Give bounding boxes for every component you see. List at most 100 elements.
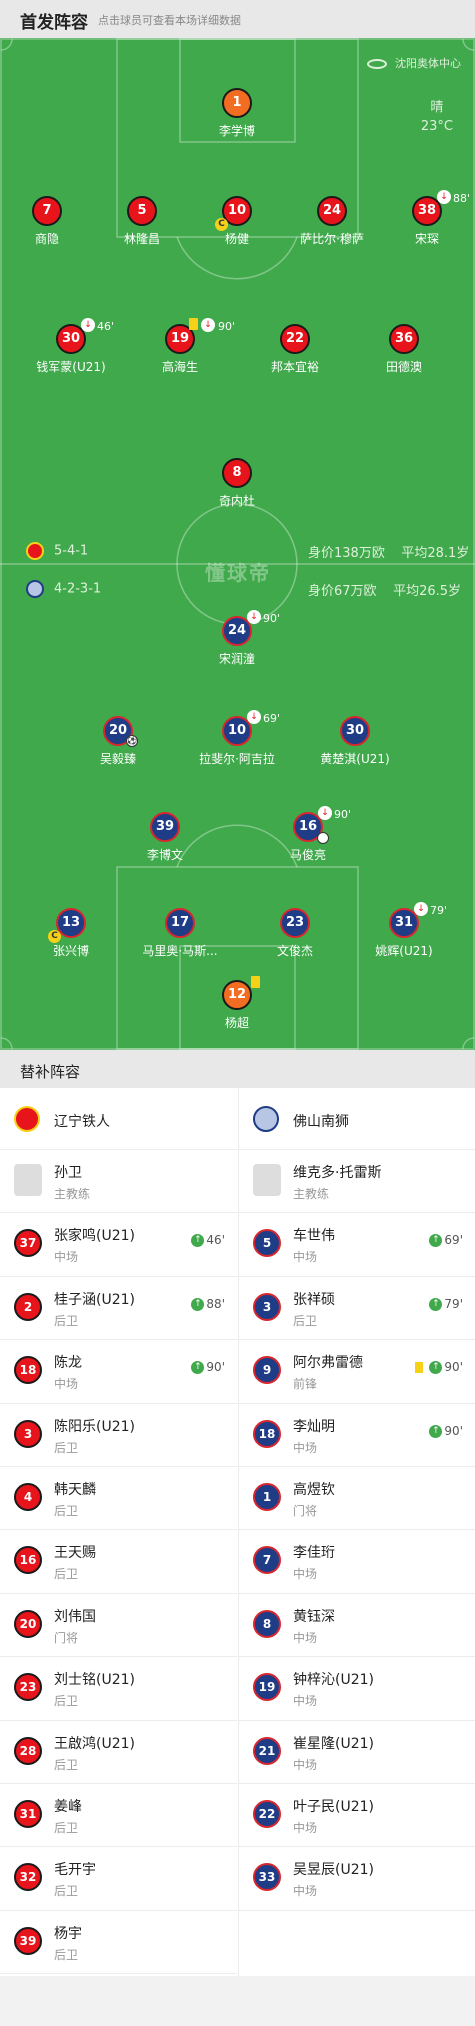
- player-home[interactable]: 8 奇内杜: [177, 458, 297, 509]
- lineup-subtitle: 点击球员可查看本场详细数据: [98, 14, 241, 27]
- sub-player-row[interactable]: 3 陈阳乐(U21) 后卫: [0, 1404, 237, 1467]
- sub-in-icon: ↑: [429, 1234, 443, 1248]
- sub-in-icon: ↑: [429, 1361, 443, 1375]
- away-crest-icon: [253, 1106, 279, 1132]
- player-away[interactable]: 16 ↓ 90' 马俊亮: [248, 806, 368, 863]
- player-number: 4: [14, 1482, 42, 1511]
- player-name: 车世伟: [293, 1228, 335, 1245]
- player-number: 1: [253, 1482, 281, 1511]
- sub-player-row[interactable]: 31 姜峰 后卫: [0, 1784, 237, 1848]
- player-name: 李博文: [146, 848, 183, 862]
- home-crest-icon: [26, 542, 44, 560]
- player-name: 杨超: [224, 1016, 249, 1030]
- sub-player-row[interactable]: 9 阿尔弗雷德 前锋 ↑ 90': [239, 1340, 475, 1404]
- away-formation-label: 4-2-3-1: [54, 581, 102, 597]
- sub-player-row[interactable]: 8 黄钰深 中场: [239, 1594, 475, 1658]
- player-away-gk[interactable]: 12 杨超: [177, 976, 297, 1031]
- sub-player-row[interactable]: 1 高煜钦 门将: [239, 1467, 475, 1531]
- sub-player-row[interactable]: 23 刘士铭(U21) 后卫: [0, 1657, 237, 1721]
- player-away[interactable]: 13 C 张兴博: [11, 908, 131, 959]
- home-avg-age: 平均28.1岁: [401, 546, 470, 561]
- sub-out-icon: ↓: [414, 902, 428, 916]
- player-away[interactable]: 30 黄楚淇(U21): [295, 716, 415, 767]
- player-home[interactable]: 36 田德澳: [344, 324, 464, 375]
- sub-player-row[interactable]: 22 叶子民(U21) 中场: [239, 1784, 475, 1848]
- player-home[interactable]: 22 邦本宜裕: [235, 324, 355, 375]
- player-home[interactable]: 38 ↓ 88' 宋琛: [367, 190, 475, 247]
- player-number: 18: [14, 1356, 42, 1385]
- yellow-card-icon: [189, 318, 198, 330]
- sub-player-row[interactable]: 37 张家鸣(U21) 中场 ↑ 46': [0, 1213, 237, 1277]
- player-away[interactable]: 20 ⚽ 吴毅臻: [58, 716, 178, 767]
- player-position: 中场: [293, 1757, 318, 1772]
- player-position: 中场: [293, 1567, 318, 1582]
- home-team-header[interactable]: 辽宁铁人: [0, 1088, 237, 1150]
- sub-player-row[interactable]: 18 李灿明 中场 ↑ 90': [239, 1404, 475, 1467]
- weather-temp: 23°C: [420, 119, 453, 134]
- player-number: 2: [14, 1292, 42, 1321]
- player-home-gk[interactable]: 1 李学博: [177, 88, 297, 139]
- coach-avatar: [14, 1164, 42, 1196]
- sub-in-minute: 79': [444, 1296, 463, 1311]
- player-name: 李佳珩: [293, 1545, 335, 1562]
- player-home[interactable]: 19 ↓ 90' 高海生: [120, 318, 240, 375]
- away-team-header[interactable]: 佛山南狮: [239, 1088, 475, 1150]
- sub-player-row[interactable]: 32 毛开宇 后卫: [0, 1847, 237, 1911]
- stadium-icon: [367, 59, 387, 69]
- player-away[interactable]: 31 ↓ 79' 姚辉(U21): [344, 902, 464, 959]
- player-position: 后卫: [54, 1694, 79, 1709]
- player-number: 5: [253, 1229, 281, 1258]
- player-position: 后卫: [54, 1503, 79, 1518]
- sub-out-icon: ↓: [247, 710, 261, 724]
- sub-player-row[interactable]: 18 陈龙 中场 ↑ 90': [0, 1340, 237, 1404]
- player-position: 后卫: [54, 1820, 79, 1835]
- player-away[interactable]: 17 马里奥·马斯...: [120, 908, 240, 959]
- sub-player-row[interactable]: 20 刘伟国 门将: [0, 1594, 237, 1658]
- coach-avatar: [253, 1164, 281, 1196]
- player-number: 39: [150, 812, 180, 842]
- home-subs-column: 辽宁铁人 孙卫 主教练 37 张家鸣(U21) 中场 ↑ 46' 2 桂子涵(U21) 后卫 ↑ 8…: [0, 1088, 237, 1976]
- sub-minute: 90': [334, 808, 352, 821]
- sub-player-row[interactable]: 7 李佳珩 中场: [239, 1530, 475, 1594]
- coach-row[interactable]: 维克多·托雷斯 主教练: [239, 1150, 475, 1214]
- player-name: 刘士铭(U21): [54, 1672, 135, 1689]
- sub-player-row[interactable]: 21 崔星隆(U21) 中场: [239, 1721, 475, 1784]
- watermark-logo: 懂球帝: [205, 561, 271, 585]
- coach-row[interactable]: 孙卫 主教练: [0, 1150, 237, 1214]
- player-position: 中场: [54, 1250, 79, 1265]
- sub-in-minute: 69': [444, 1233, 463, 1248]
- subs-title: 替补阵容: [20, 1063, 81, 1081]
- sub-player-row[interactable]: 19 钟梓沁(U21) 中场: [239, 1657, 475, 1721]
- sub-minute: 69': [263, 712, 281, 725]
- player-position: 门将: [54, 1630, 79, 1645]
- sub-player-row[interactable]: 3 张祥硕 后卫 ↑ 79': [239, 1277, 475, 1341]
- player-away[interactable]: 24 ↓ 90' 宋润潼: [177, 610, 297, 667]
- sub-in-minute: 88': [206, 1296, 225, 1311]
- sub-in-icon: ↑: [429, 1297, 443, 1311]
- away-formation: 4-2-3-1: [26, 580, 101, 598]
- player-home[interactable]: 30 ↓ 46' 钱军蒙(U21): [11, 318, 131, 375]
- player-name: 桂子涵(U21): [54, 1291, 135, 1308]
- sub-player-row[interactable]: 28 王啟鸿(U21) 后卫: [0, 1721, 237, 1784]
- player-away[interactable]: 10 ↓ 69' 拉斐尔·阿吉拉: [177, 710, 297, 767]
- player-away[interactable]: 23 文俊杰: [235, 908, 355, 959]
- sub-out-icon: ↓: [437, 190, 451, 204]
- coach-role: 主教练: [293, 1187, 330, 1201]
- player-number: 30: [340, 716, 370, 746]
- player-position: 后卫: [54, 1440, 79, 1455]
- player-name: 叶子民(U21): [293, 1798, 374, 1815]
- assist-icon: [317, 832, 329, 844]
- player-position: 中场: [293, 1440, 318, 1455]
- footer: [0, 1976, 475, 2026]
- sub-player-row[interactable]: 5 车世伟 中场 ↑ 69': [239, 1213, 475, 1277]
- player-position: 中场: [293, 1884, 318, 1899]
- yellow-card-icon: [415, 1362, 424, 1374]
- sub-player-row[interactable]: 33 吴昱辰(U21) 中场: [239, 1847, 475, 1911]
- sub-player-row[interactable]: 4 韩天麟 后卫: [0, 1467, 237, 1531]
- sub-player-row[interactable]: 16 王天赐 后卫: [0, 1530, 237, 1594]
- sub-in-event: ↑ 88': [191, 1297, 225, 1311]
- player-name: 陈龙: [54, 1355, 82, 1372]
- sub-player-row[interactable]: 39 杨宇 后卫: [0, 1911, 237, 1975]
- player-away[interactable]: 39 李博文: [105, 812, 225, 863]
- sub-player-row[interactable]: 2 桂子涵(U21) 后卫 ↑ 88': [0, 1277, 237, 1341]
